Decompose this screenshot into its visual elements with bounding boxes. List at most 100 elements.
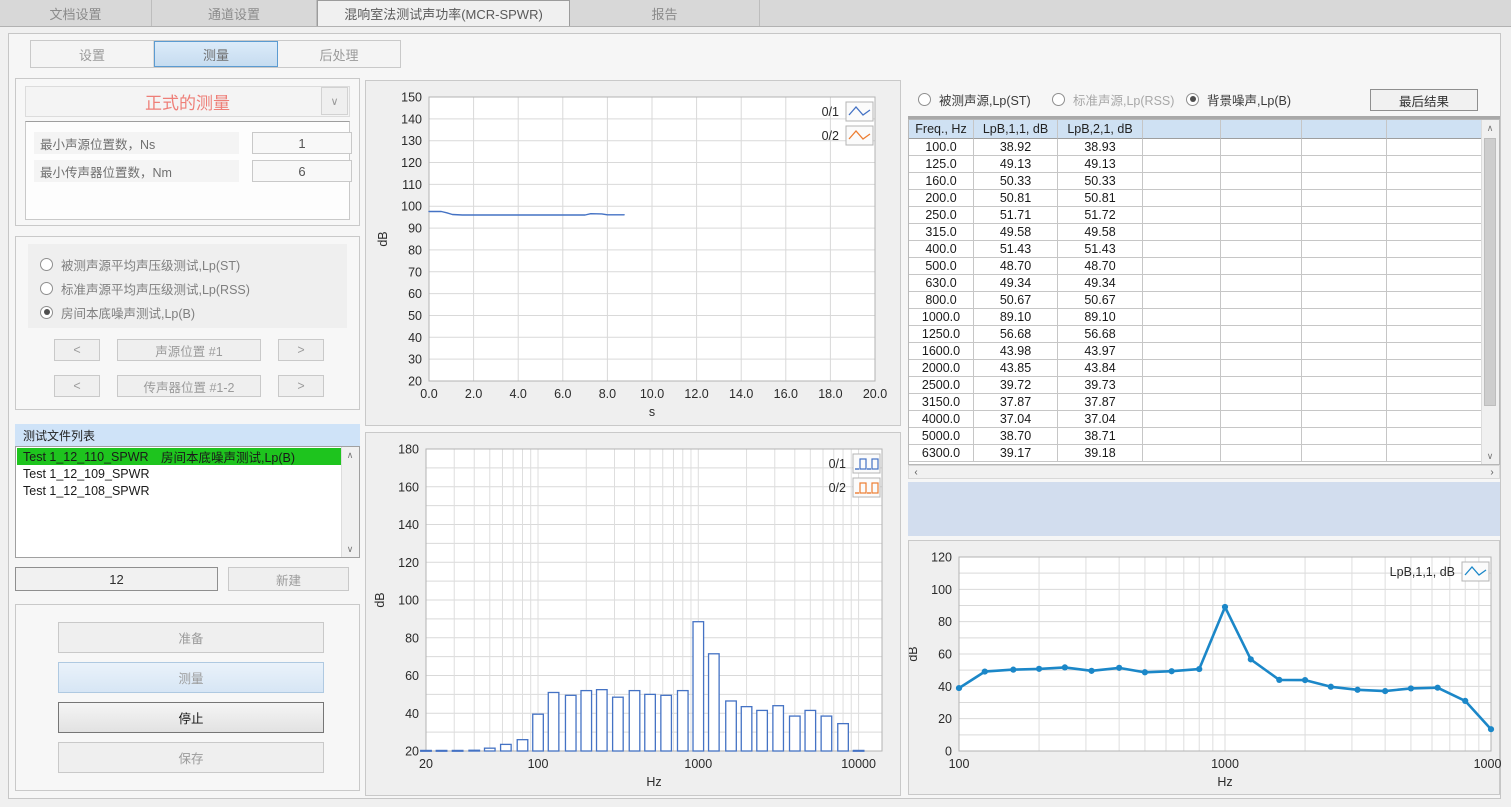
svg-text:80: 80 — [938, 615, 952, 629]
table-cell — [1302, 326, 1387, 343]
table-row[interactable]: 100.038.9238.93 — [909, 139, 1499, 156]
scroll-up-icon[interactable]: ∧ — [1482, 120, 1498, 136]
table-row[interactable]: 160.050.3350.33 — [909, 173, 1499, 190]
file-name: Test 1_12_109_SPWR — [23, 467, 161, 481]
subtab-measure[interactable]: 测量 — [154, 41, 278, 67]
svg-text:90: 90 — [408, 222, 422, 236]
scroll-left-icon[interactable]: ‹ — [909, 466, 923, 478]
svg-text:100: 100 — [528, 757, 549, 771]
tab-document-settings[interactable]: 文档设置 — [0, 0, 152, 26]
result-radio-lpst[interactable]: 被测声源,Lp(ST) — [918, 91, 1031, 107]
table-row[interactable]: 315.049.5849.58 — [909, 224, 1499, 241]
table-header-cell — [1221, 120, 1302, 139]
svg-text:100: 100 — [949, 757, 970, 771]
table-row[interactable]: 2000.043.8543.84 — [909, 360, 1499, 377]
ns-value[interactable]: 1 — [252, 132, 352, 154]
scroll-right-icon[interactable]: › — [1485, 466, 1499, 478]
table-cell — [1221, 394, 1302, 411]
table-cell — [1302, 224, 1387, 241]
table-cell — [1387, 258, 1484, 275]
table-row[interactable]: 4000.037.0437.04 — [909, 411, 1499, 428]
table-row[interactable]: 1000.089.1089.10 — [909, 309, 1499, 326]
table-hscroll[interactable]: ‹ › — [908, 465, 1500, 479]
measure-button[interactable]: 测量 — [58, 662, 324, 693]
file-list-item[interactable]: Test 1_12_110_SPWR房间本底噪声测试,Lp(B) — [17, 448, 341, 465]
table-row[interactable]: 1600.043.9843.97 — [909, 343, 1499, 360]
table-row[interactable]: 3150.037.8737.87 — [909, 394, 1499, 411]
measure-mode-dropdown[interactable]: 正式的测量 — [25, 86, 350, 117]
svg-text:0/2: 0/2 — [822, 129, 839, 143]
last-result-button[interactable]: 最后结果 — [1370, 89, 1478, 111]
table-cell — [1143, 411, 1221, 428]
table-cell — [1302, 394, 1387, 411]
mic-position-button[interactable]: 传声器位置 #1-2 — [117, 375, 261, 397]
source-position-button[interactable]: 声源位置 #1 — [117, 339, 261, 361]
table-cell: 49.34 — [1058, 275, 1143, 292]
scroll-up-icon[interactable]: ∧ — [342, 447, 358, 463]
table-cell — [1387, 411, 1484, 428]
subtab-postprocess[interactable]: 后处理 — [278, 41, 400, 67]
table-cell: 400.0 — [909, 241, 974, 258]
table-cell — [1302, 139, 1387, 156]
subtab-settings[interactable]: 设置 — [31, 41, 154, 67]
table-row[interactable]: 400.051.4351.43 — [909, 241, 1499, 258]
table-cell — [1143, 224, 1221, 241]
table-row[interactable]: 1250.056.6856.68 — [909, 326, 1499, 343]
svg-text:40: 40 — [405, 707, 419, 721]
table-cell: 38.70 — [974, 428, 1058, 445]
svg-text:60: 60 — [938, 648, 952, 662]
file-list[interactable]: Test 1_12_110_SPWR房间本底噪声测试,Lp(B) Test 1_1… — [15, 446, 360, 558]
radio-lpb[interactable]: 房间本底噪声测试,Lp(B) — [40, 304, 195, 320]
table-row[interactable]: 5000.038.7038.71 — [909, 428, 1499, 445]
chevron-down-icon[interactable]: ∨ — [321, 87, 348, 115]
radio-lprss[interactable]: 标准声源平均声压级测试,Lp(RSS) — [40, 280, 250, 296]
result-radio-lprss[interactable]: 标准声源,Lp(RSS) — [1052, 91, 1174, 107]
scroll-down-icon[interactable]: ∨ — [1482, 448, 1498, 464]
file-list-scrollbar[interactable]: ∧ ∨ — [341, 447, 359, 557]
new-button[interactable]: 新建 — [228, 567, 349, 591]
nm-value[interactable]: 6 — [252, 160, 352, 182]
file-list-item[interactable]: Test 1_12_108_SPWR — [17, 482, 341, 499]
table-cell: 1600.0 — [909, 343, 974, 360]
table-cell: 37.87 — [974, 394, 1058, 411]
svg-text:20: 20 — [938, 712, 952, 726]
next-source-button[interactable]: > — [278, 339, 324, 361]
prev-source-button[interactable]: < — [54, 339, 100, 361]
prepare-button[interactable]: 准备 — [58, 622, 324, 653]
table-row[interactable]: 800.050.6750.67 — [909, 292, 1499, 309]
table-row[interactable]: 125.049.1349.13 — [909, 156, 1499, 173]
table-cell — [1302, 275, 1387, 292]
scroll-down-icon[interactable]: ∨ — [342, 541, 358, 557]
radio-lpst[interactable]: 被测声源平均声压级测试,Lp(ST) — [40, 256, 240, 272]
tab-mcr-spwr[interactable]: 混响室法测试声功率(MCR-SPWR) — [317, 0, 570, 26]
table-cell — [1143, 292, 1221, 309]
svg-text:100: 100 — [398, 594, 419, 608]
table-cell — [1221, 173, 1302, 190]
table-cell — [1143, 173, 1221, 190]
table-row[interactable]: 250.051.7151.72 — [909, 207, 1499, 224]
table-row[interactable]: 200.050.8150.81 — [909, 190, 1499, 207]
svg-text:dB: dB — [909, 646, 920, 661]
tab-channel-settings[interactable]: 通道设置 — [152, 0, 317, 26]
tab-report[interactable]: 报告 — [570, 0, 760, 26]
table-row[interactable]: 500.048.7048.70 — [909, 258, 1499, 275]
count-button[interactable]: 12 — [15, 567, 218, 591]
table-cell — [1143, 207, 1221, 224]
vscroll-thumb[interactable] — [1484, 138, 1496, 406]
save-button[interactable]: 保存 — [58, 742, 324, 773]
table-cell: 37.87 — [1058, 394, 1143, 411]
table-row[interactable]: 2500.039.7239.73 — [909, 377, 1499, 394]
table-row[interactable]: 630.049.3449.34 — [909, 275, 1499, 292]
table-vscroll[interactable]: ∧ ∨ — [1481, 120, 1499, 464]
stop-button[interactable]: 停止 — [58, 702, 324, 733]
svg-text:20.0: 20.0 — [863, 387, 887, 401]
prev-mic-button[interactable]: < — [54, 375, 100, 397]
table-cell: 48.70 — [1058, 258, 1143, 275]
file-list-item[interactable]: Test 1_12_109_SPWR — [17, 465, 341, 482]
result-chart-svg: 020406080100120100100010000HzdBLpB,1,1, … — [909, 541, 1501, 796]
measure-mode-value: 正式的测量 — [145, 89, 230, 114]
table-cell: 1000.0 — [909, 309, 974, 326]
table-row[interactable]: 6300.039.1739.18 — [909, 445, 1499, 462]
result-radio-lpb[interactable]: 背景噪声,Lp(B) — [1186, 91, 1291, 107]
next-mic-button[interactable]: > — [278, 375, 324, 397]
